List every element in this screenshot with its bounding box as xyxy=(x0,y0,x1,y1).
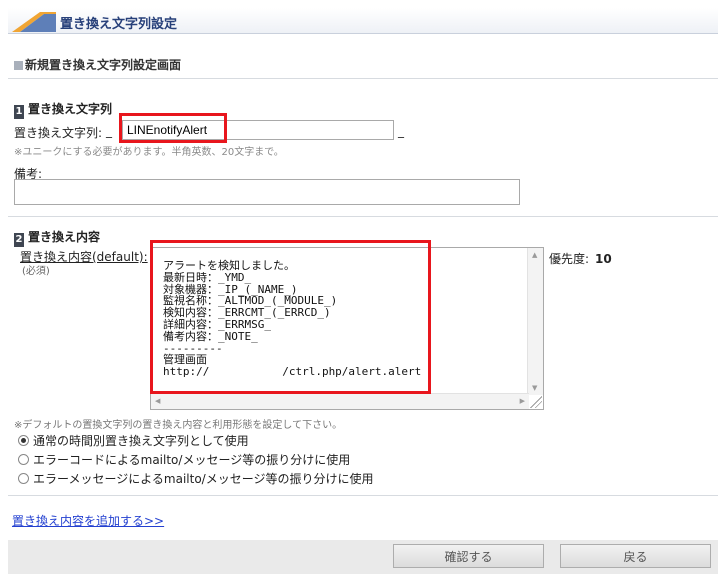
page-header-title: 置き換え文字列設定 xyxy=(60,17,178,32)
section-number-badge: 2 xyxy=(14,233,24,247)
section-2-title: 置き換え内容 xyxy=(28,230,101,244)
scroll-left-arrow-icon[interactable]: ◀ xyxy=(155,397,160,405)
required-label: (必須) xyxy=(22,266,50,277)
radio-option-label: 通常の時間別置き換え文字列として使用 xyxy=(33,434,249,448)
radio-button[interactable] xyxy=(18,454,29,465)
radio-option-label: エラーメッセージによるmailto/メッセージ等の振り分けに使用 xyxy=(33,472,374,486)
swoosh-logo-icon xyxy=(12,12,56,32)
highlight-box-replacement-string xyxy=(119,113,227,143)
page-subtitle: 新規置き換え文字列設定画面 xyxy=(14,56,181,73)
priority-value: 10 xyxy=(595,252,612,266)
divider xyxy=(8,216,718,217)
divider xyxy=(8,78,718,79)
highlight-box-replacement-content xyxy=(150,240,431,394)
replacement-suffix: _ xyxy=(398,124,404,138)
section-2-heading: 2 置き換え内容 xyxy=(14,228,100,247)
radio-button-selected[interactable] xyxy=(18,435,29,446)
scroll-down-arrow-icon[interactable]: ▼ xyxy=(532,384,537,392)
memo-textarea[interactable] xyxy=(14,179,520,205)
add-replacement-content-link[interactable]: 置き換え内容を追加する>> xyxy=(12,512,164,529)
priority: 優先度: 10 xyxy=(549,250,612,267)
replacement-string-note: ※ユニークにする必要があります。半角英数、20文字まで。 xyxy=(14,147,284,158)
scroll-right-arrow-icon[interactable]: ▶ xyxy=(520,397,525,405)
radio-option-error-message[interactable]: エラーメッセージによるmailto/メッセージ等の振り分けに使用 xyxy=(18,470,373,487)
vertical-scrollbar[interactable]: ▲ ▼ xyxy=(527,248,543,395)
radio-option-label: エラーコードによるmailto/メッセージ等の振り分けに使用 xyxy=(33,453,351,467)
section-1-title: 置き換え文字列 xyxy=(28,102,113,116)
replacement-string-label: 置き換え文字列: xyxy=(14,126,103,140)
radio-option-error-code[interactable]: エラーコードによるmailto/メッセージ等の振り分けに使用 xyxy=(18,451,350,468)
page-subtitle-text: 新規置き換え文字列設定画面 xyxy=(25,58,182,72)
divider xyxy=(8,495,718,496)
horizontal-scrollbar[interactable]: ◀ ▶ xyxy=(151,393,529,409)
scroll-up-arrow-icon[interactable]: ▲ xyxy=(532,251,537,259)
priority-label: 優先度: xyxy=(549,252,590,266)
section-1-heading: 1 置き換え文字列 xyxy=(14,100,112,119)
section-number-badge: 1 xyxy=(14,105,24,119)
square-bullet-icon xyxy=(14,61,23,70)
resize-grip-icon[interactable] xyxy=(530,396,542,408)
confirm-button[interactable]: 確認する xyxy=(393,544,544,568)
radio-option-normal[interactable]: 通常の時間別置き換え文字列として使用 xyxy=(18,432,249,449)
replacement-prefix: _ xyxy=(106,124,112,138)
back-button[interactable]: 戻る xyxy=(560,544,711,568)
radio-button[interactable] xyxy=(18,473,29,484)
usage-note: ※デフォルトの置換文字列の置き換え内容と利用形態を設定して下さい。 xyxy=(14,420,343,431)
